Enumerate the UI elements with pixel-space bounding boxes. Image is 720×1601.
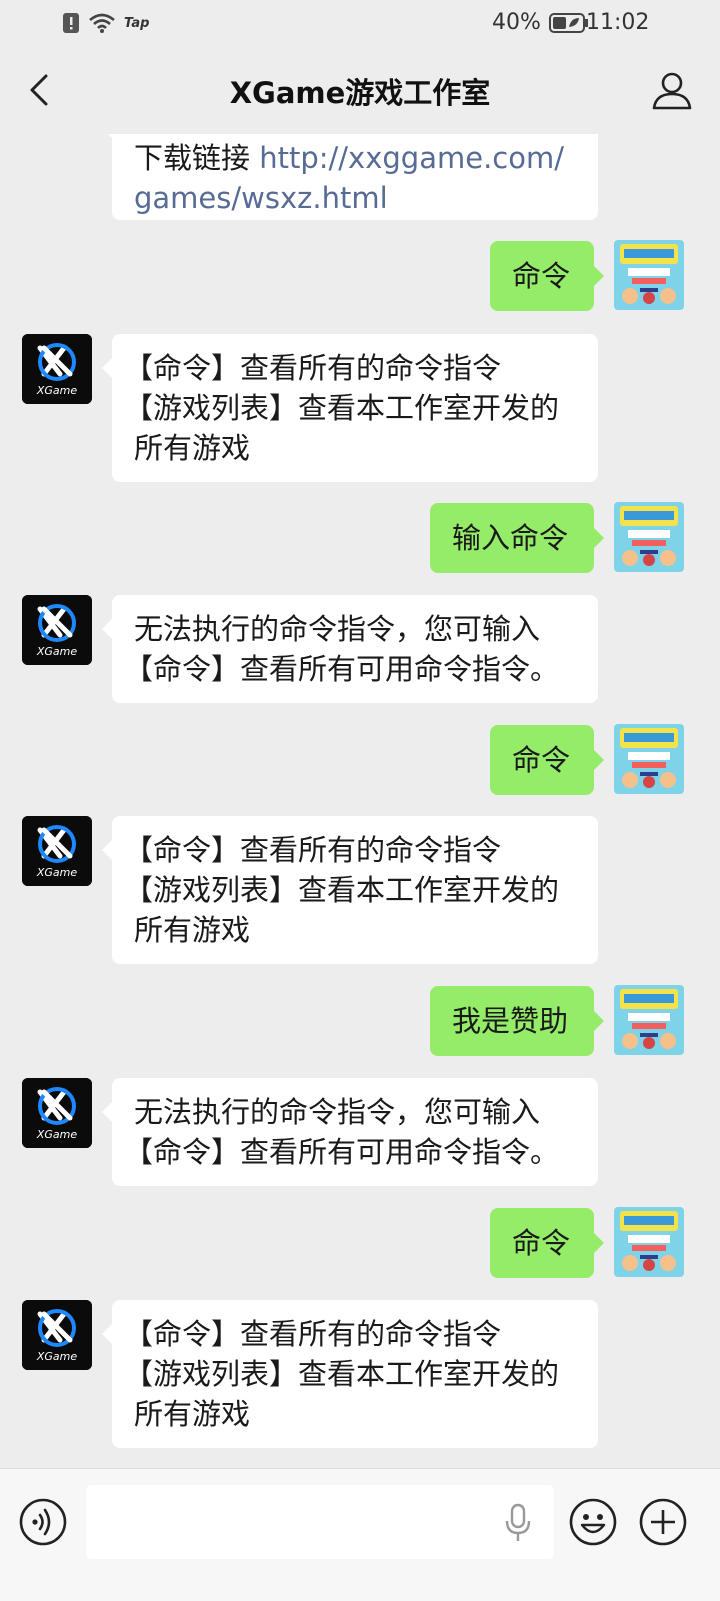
bot-avatar[interactable]: XGame [22, 816, 92, 886]
battery-percent: 40% [492, 10, 541, 35]
message-text: 命令 [512, 743, 571, 777]
message-line: 【游戏列表】查看本工作室开发的 [124, 391, 560, 425]
message-line: 所有游戏 [134, 431, 251, 465]
battery-icon [548, 12, 588, 33]
message-bubble-user[interactable]: 我是赞助 [430, 986, 604, 1056]
bot-avatar[interactable]: XGame [22, 595, 92, 665]
message-input[interactable] [86, 1485, 554, 1559]
svg-text:XGame: XGame [36, 1128, 78, 1141]
chat-area[interactable]: 下载链接 http://xxggame.com/ games/wsxz.html… [0, 134, 720, 1500]
input-bar [0, 1468, 720, 1601]
status-bar: Tap 40% 11:02 [0, 0, 720, 48]
download-link-continued[interactable]: games/wsxz.html [134, 178, 578, 218]
svg-text:XGame: XGame [36, 384, 78, 397]
svg-text:XGame: XGame [36, 645, 78, 658]
message-line: 【命令】查看所有的命令指令 [124, 1317, 502, 1351]
message-bubble-bot[interactable]: 【命令】查看所有的命令指令 【游戏列表】查看本工作室开发的 所有游戏 [102, 816, 598, 964]
user-avatar-image [614, 502, 684, 572]
message-line: 所有游戏 [134, 913, 251, 947]
plus-icon[interactable] [638, 1497, 688, 1547]
message-text: 下载链接 http://xxggame.com/ [134, 141, 564, 175]
message-line: 【命令】查看所有可用命令指令。 [124, 1135, 560, 1169]
bot-avatar[interactable]: XGame [22, 1300, 92, 1370]
status-right: 40% [492, 10, 589, 35]
message-text: 输入命令 [452, 521, 569, 555]
bot-avatar[interactable]: XGame [22, 334, 92, 404]
xgame-logo-icon: XGame [22, 1300, 92, 1370]
message-line: 【命令】查看所有的命令指令 [124, 833, 502, 867]
voice-icon[interactable] [18, 1497, 68, 1547]
status-left: Tap [62, 12, 149, 34]
svg-text:XGame: XGame [36, 866, 78, 879]
chat-title: XGame游戏工作室 [229, 76, 491, 110]
message-line: 【命令】查看所有的命令指令 [124, 351, 502, 385]
user-avatar-image [614, 724, 684, 794]
user-avatar-image [614, 240, 684, 310]
message-line: 无法执行的命令指令，您可输入 [134, 612, 541, 646]
alert-icon [63, 13, 79, 33]
download-link[interactable]: http://xxggame.com/ [259, 141, 564, 175]
clock: 11:02 [586, 10, 650, 35]
message-line: 【命令】查看所有可用命令指令。 [124, 652, 560, 686]
person-icon[interactable] [650, 68, 694, 112]
message-bubble-bot[interactable]: 下载链接 http://xxggame.com/ games/wsxz.html [102, 134, 598, 220]
message-line: 无法执行的命令指令，您可输入 [134, 1095, 541, 1129]
xgame-logo-icon: XGame [22, 816, 92, 886]
user-avatar[interactable] [614, 502, 684, 572]
user-avatar[interactable] [614, 985, 684, 1055]
svg-text:XGame: XGame [36, 1350, 78, 1363]
xgame-logo-icon: XGame [22, 595, 92, 665]
message-bubble-bot[interactable]: 无法执行的命令指令，您可输入 【命令】查看所有可用命令指令。 [102, 595, 598, 703]
user-avatar[interactable] [614, 724, 684, 794]
message-line: 【游戏列表】查看本工作室开发的 [124, 873, 560, 907]
message-bubble-bot[interactable]: 无法执行的命令指令，您可输入 【命令】查看所有可用命令指令。 [102, 1078, 598, 1186]
message-text: 我是赞助 [452, 1004, 569, 1038]
message-text: 命令 [512, 259, 571, 293]
message-bubble-user[interactable]: 命令 [490, 1208, 604, 1278]
message-bubble-user[interactable]: 命令 [490, 241, 604, 311]
xgame-logo-icon: XGame [22, 1078, 92, 1148]
xgame-logo-icon: XGame [22, 334, 92, 404]
carrier-tag: Tap [124, 15, 150, 31]
user-avatar[interactable] [614, 1207, 684, 1277]
user-avatar-image [614, 1207, 684, 1277]
message-line: 所有游戏 [134, 1397, 251, 1431]
message-bubble-user[interactable]: 命令 [490, 725, 604, 795]
emoji-icon[interactable] [568, 1497, 618, 1547]
message-bubble-bot[interactable]: 【命令】查看所有的命令指令 【游戏列表】查看本工作室开发的 所有游戏 [102, 334, 598, 482]
message-text: 命令 [512, 1226, 571, 1260]
wifi-icon [89, 13, 115, 33]
user-avatar[interactable] [614, 240, 684, 310]
chat-header: XGame游戏工作室 [0, 48, 720, 134]
bot-avatar[interactable]: XGame [22, 1078, 92, 1148]
message-bubble-user[interactable]: 输入命令 [430, 503, 604, 573]
user-avatar-image [614, 985, 684, 1055]
message-bubble-bot[interactable]: 【命令】查看所有的命令指令 【游戏列表】查看本工作室开发的 所有游戏 [102, 1300, 598, 1448]
microphone-icon[interactable] [504, 1503, 532, 1543]
message-line: 【游戏列表】查看本工作室开发的 [124, 1357, 560, 1391]
